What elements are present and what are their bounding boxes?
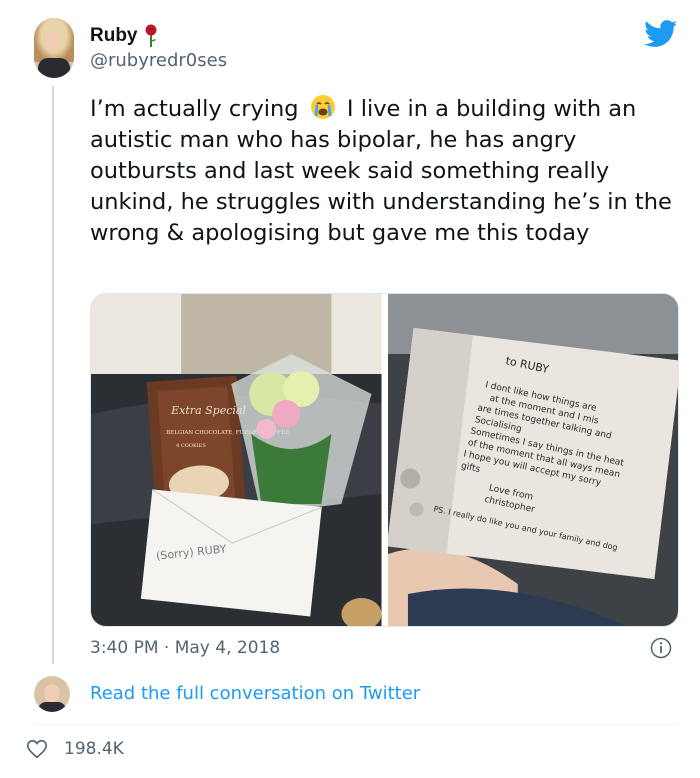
- box-sub: 4 COOKIES: [176, 443, 206, 449]
- thread-line: [52, 86, 54, 664]
- user-name-text: Ruby: [90, 25, 138, 46]
- crying-face-emoji-icon: [310, 95, 335, 119]
- media-grid[interactable]: Extra Special BELGIAN CHOCOLATE, FUDGE &…: [90, 293, 679, 627]
- avatar-small-shirt: [38, 702, 66, 712]
- photo-gift[interactable]: Extra Special BELGIAN CHOCOLATE, FUDGE &…: [91, 294, 382, 626]
- read-conversation-link[interactable]: Read the full conversation on Twitter: [90, 683, 420, 704]
- user-name[interactable]: Ruby: [90, 24, 158, 48]
- avatar-small-face: [44, 684, 60, 702]
- box-brand: Extra Special: [170, 404, 246, 417]
- divider: [34, 724, 678, 725]
- avatar-face: [46, 32, 62, 52]
- tweet-text: I’m actually crying I live in a building…: [90, 94, 680, 249]
- tweet-timestamp[interactable]: 3:40 PM · May 4, 2018: [90, 638, 280, 658]
- avatar-small: [34, 676, 70, 712]
- twitter-bird-icon[interactable]: [644, 20, 678, 48]
- rose-icon: [145, 24, 156, 47]
- photo-card[interactable]: to RUBY I dont like how things are at th…: [387, 294, 678, 626]
- tweet-text-part-1: I’m actually crying: [90, 96, 306, 122]
- avatar[interactable]: [34, 18, 74, 78]
- heart-icon[interactable]: [26, 738, 48, 760]
- avatar-shirt: [38, 58, 70, 78]
- user-handle[interactable]: @rubyredr0ses: [90, 50, 227, 71]
- like-count[interactable]: 198.4K: [64, 739, 124, 759]
- info-icon[interactable]: [650, 637, 672, 659]
